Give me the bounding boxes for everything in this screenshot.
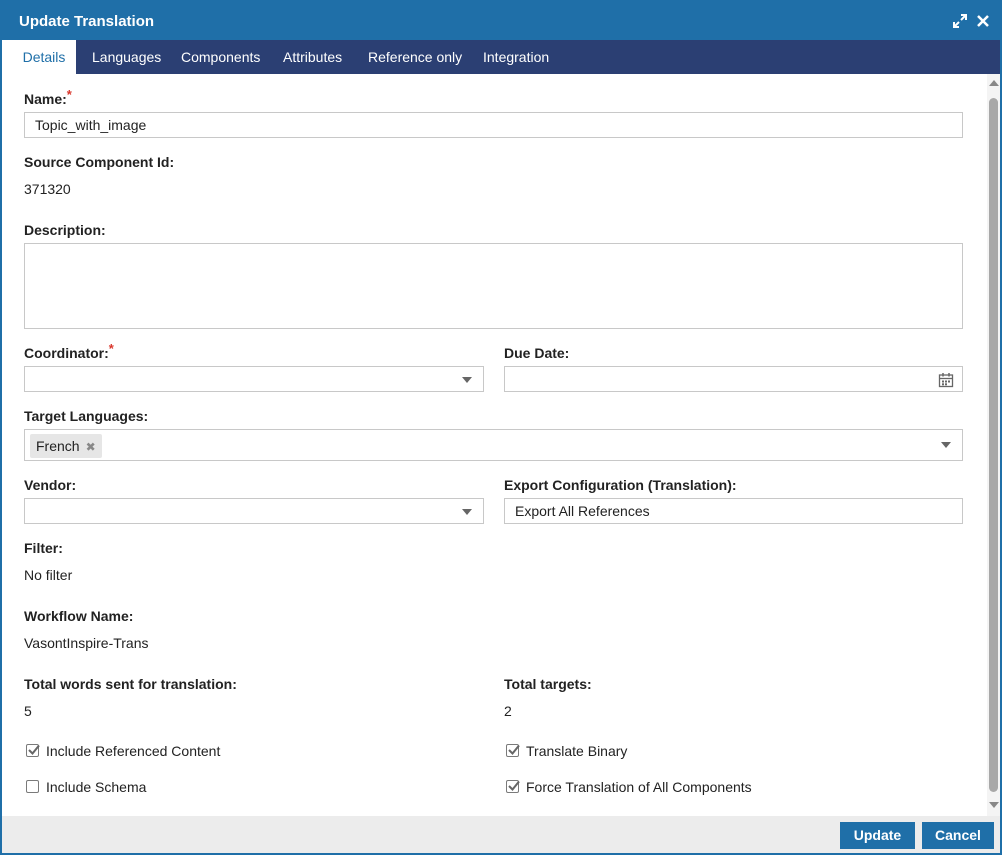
dialog-titlebar: Update Translation xyxy=(2,2,1000,40)
required-mark: * xyxy=(108,341,114,356)
filter-value: No filter xyxy=(24,567,73,583)
total-targets-value: 2 xyxy=(504,703,512,719)
workflow-name-value: VasontInspire-Trans xyxy=(24,635,149,651)
target-languages-select[interactable]: French ✖ xyxy=(24,429,963,461)
calendar-icon[interactable] xyxy=(938,371,954,395)
description-label: Description: xyxy=(24,222,106,238)
remove-chip-icon[interactable]: ✖ xyxy=(86,440,96,454)
coordinator-label: Coordinator:* xyxy=(24,341,114,361)
tab-details[interactable]: Details xyxy=(12,40,76,75)
language-chip-french: French ✖ xyxy=(30,434,102,458)
source-component-id-label: Source Component Id: xyxy=(24,154,175,170)
translate-binary-label[interactable]: Translate Binary xyxy=(526,743,627,759)
tab-reference-only[interactable]: Reference only xyxy=(368,40,462,74)
translate-binary-checkbox[interactable] xyxy=(506,744,520,757)
update-button[interactable]: Update xyxy=(840,822,915,849)
scrollbar-thumb[interactable] xyxy=(989,98,998,792)
name-input[interactable]: Topic_with_image xyxy=(24,112,963,138)
due-date-label: Due Date: xyxy=(504,345,570,361)
check-icon xyxy=(28,744,40,755)
check-icon xyxy=(508,780,520,791)
export-configuration-input[interactable]: Export All References xyxy=(504,498,963,524)
update-translation-dialog: Update Translation Details Languages Com… xyxy=(0,0,1002,855)
details-panel: Name:* Topic_with_image Source Component… xyxy=(2,74,987,816)
scroll-down-icon[interactable] xyxy=(989,802,999,808)
tab-components[interactable]: Components xyxy=(181,40,260,74)
tab-integration[interactable]: Integration xyxy=(483,40,549,74)
include-referenced-content-label[interactable]: Include Referenced Content xyxy=(46,743,220,759)
dialog-title: Update Translation xyxy=(19,13,155,30)
check-icon xyxy=(508,744,520,755)
total-targets-label: Total targets: xyxy=(504,676,592,692)
dialog-footer: Update Cancel xyxy=(2,816,1000,853)
target-languages-label: Target Languages: xyxy=(24,408,149,424)
scroll-up-icon[interactable] xyxy=(989,80,999,86)
filter-label: Filter: xyxy=(24,540,63,556)
vendor-select[interactable] xyxy=(24,498,484,524)
include-schema-checkbox[interactable] xyxy=(26,780,39,793)
chevron-down-icon[interactable] xyxy=(941,442,951,448)
chevron-down-icon[interactable] xyxy=(462,509,472,515)
close-icon[interactable] xyxy=(975,13,991,29)
force-translation-checkbox[interactable] xyxy=(506,780,520,793)
include-schema-label[interactable]: Include Schema xyxy=(46,779,146,795)
required-mark: * xyxy=(66,87,72,102)
tab-bar: Details Languages Components Attributes … xyxy=(12,40,1000,75)
vendor-label: Vendor: xyxy=(24,477,77,493)
tab-attributes[interactable]: Attributes xyxy=(283,40,342,74)
name-label: Name:* xyxy=(24,87,72,107)
coordinator-select[interactable] xyxy=(24,366,484,392)
workflow-name-label: Workflow Name: xyxy=(24,608,134,624)
chevron-down-icon[interactable] xyxy=(462,377,472,383)
force-translation-label[interactable]: Force Translation of All Components xyxy=(526,779,752,795)
tab-languages[interactable]: Languages xyxy=(92,40,161,74)
description-textarea[interactable] xyxy=(24,243,963,329)
source-component-id-value: 371320 xyxy=(24,181,71,197)
vertical-scrollbar[interactable] xyxy=(987,74,1000,816)
expand-icon[interactable] xyxy=(952,13,968,29)
cancel-button[interactable]: Cancel xyxy=(922,822,994,849)
export-configuration-label: Export Configuration (Translation): xyxy=(504,477,737,493)
total-words-label: Total words sent for translation: xyxy=(24,676,237,692)
include-referenced-content-checkbox[interactable] xyxy=(26,744,40,757)
due-date-input[interactable] xyxy=(504,366,963,392)
total-words-value: 5 xyxy=(24,703,32,719)
